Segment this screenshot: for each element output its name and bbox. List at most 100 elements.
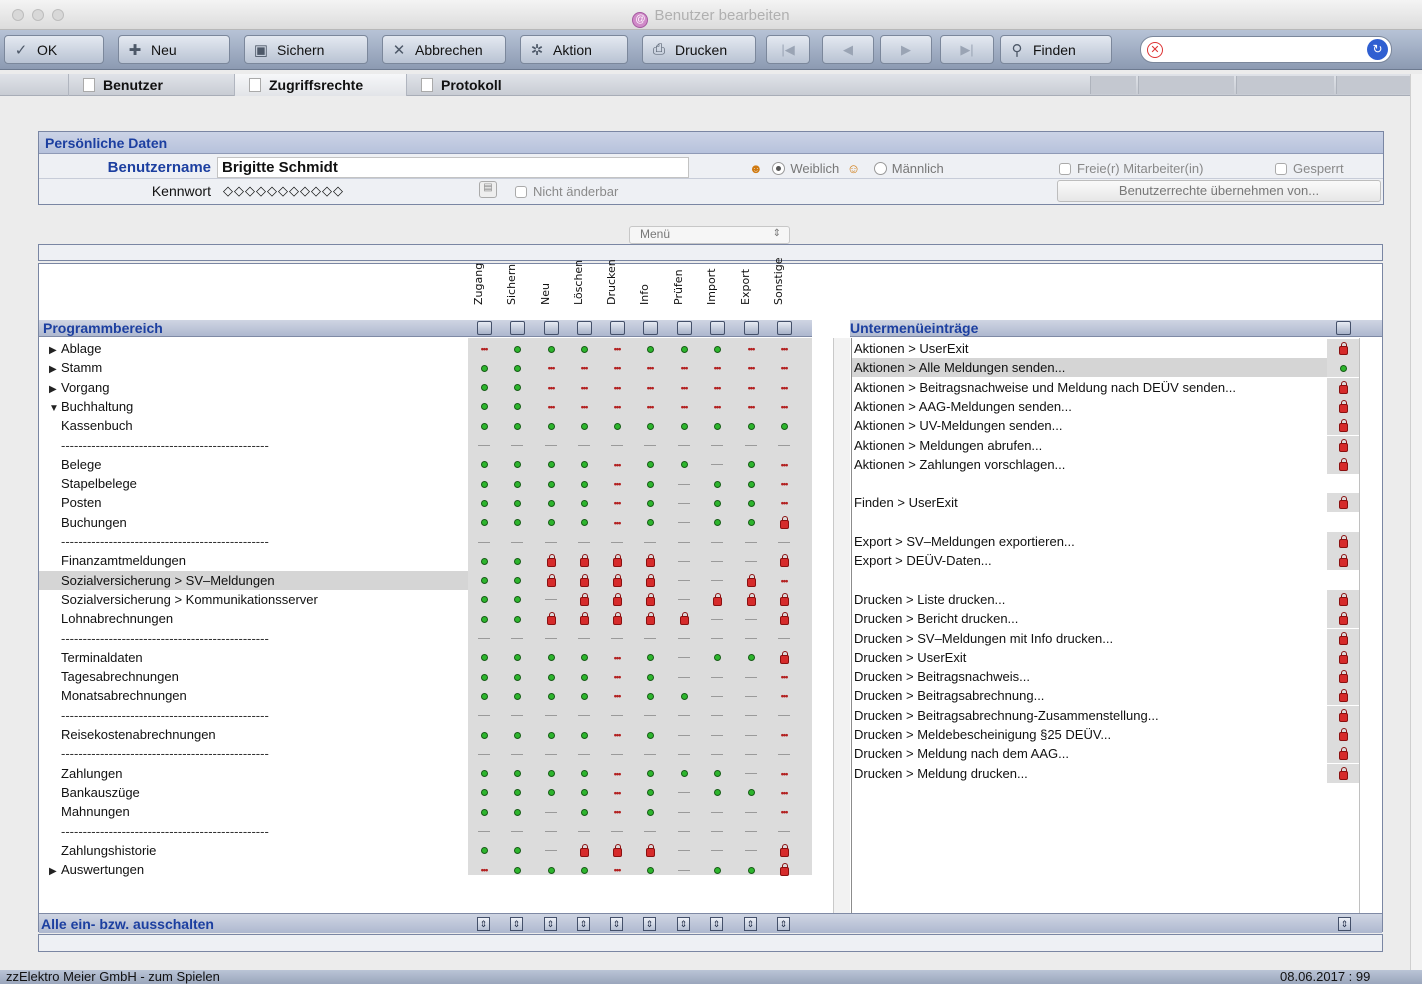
- granted-icon[interactable]: [710, 478, 724, 490]
- granted-icon[interactable]: [577, 864, 591, 876]
- program-area-row[interactable]: ▶ Vorgang: [39, 378, 468, 397]
- granted-icon[interactable]: [677, 768, 691, 780]
- granted-icon[interactable]: [544, 864, 558, 876]
- submenu-row[interactable]: Drucken > Liste drucken...: [852, 590, 1358, 609]
- granted-icon[interactable]: [643, 478, 657, 490]
- partial-icon[interactable]: •••: [544, 382, 558, 394]
- partial-icon[interactable]: •••: [610, 864, 624, 876]
- toggle-sonstige-button[interactable]: ⇕: [777, 917, 790, 931]
- submenu-row[interactable]: Aktionen > UV-Meldungen senden...: [852, 416, 1358, 435]
- password-lock-icon[interactable]: ▤: [479, 181, 497, 198]
- submenu-row[interactable]: Drucken > Meldung drucken...: [852, 764, 1358, 783]
- submenu-scrollbar[interactable]: [1359, 338, 1382, 913]
- program-area-row[interactable]: Buchungen: [39, 513, 468, 532]
- granted-icon[interactable]: [477, 575, 491, 587]
- submenu-row[interactable]: Drucken > Beitragsabrechnung-Zusammenste…: [852, 706, 1358, 725]
- granted-icon[interactable]: [643, 787, 657, 799]
- lock-icon[interactable]: [577, 843, 591, 857]
- granted-icon[interactable]: [510, 845, 524, 857]
- lock-icon[interactable]: [1336, 747, 1350, 761]
- partial-icon[interactable]: •••: [610, 768, 624, 780]
- granted-icon[interactable]: [510, 787, 524, 799]
- lock-icon[interactable]: [1336, 457, 1350, 471]
- granted-icon[interactable]: [510, 575, 524, 587]
- program-area-row[interactable]: ▶ Auswertungen: [39, 860, 468, 879]
- partial-icon[interactable]: •••: [777, 768, 791, 780]
- granted-icon[interactable]: [577, 517, 591, 529]
- granted-icon[interactable]: [477, 459, 491, 471]
- lock-icon[interactable]: [1336, 592, 1350, 606]
- tab-benutzer[interactable]: Benutzer: [68, 74, 234, 96]
- program-area-row[interactable]: Belege: [39, 455, 468, 474]
- submenu-row[interactable]: Export > SV–Meldungen exportieren...: [852, 532, 1358, 551]
- lock-icon[interactable]: [610, 554, 624, 568]
- partial-icon[interactable]: •••: [643, 401, 657, 413]
- granted-icon[interactable]: [477, 671, 491, 683]
- submenu-row[interactable]: Export > DEÜV-Daten...: [852, 551, 1358, 570]
- submenu-row[interactable]: Aktionen > Alle Meldungen senden...: [852, 358, 1358, 378]
- granted-icon[interactable]: [544, 690, 558, 702]
- lock-icon[interactable]: [1336, 612, 1350, 626]
- granted-icon[interactable]: [643, 690, 657, 702]
- toggle-pruefen-button[interactable]: ⇕: [677, 917, 690, 931]
- granted-icon[interactable]: [477, 382, 491, 394]
- partial-icon[interactable]: •••: [677, 382, 691, 394]
- partial-icon[interactable]: •••: [710, 382, 724, 394]
- granted-icon[interactable]: [510, 555, 524, 567]
- partial-icon[interactable]: •••: [777, 401, 791, 413]
- granted-icon[interactable]: [710, 768, 724, 780]
- partial-icon[interactable]: •••: [777, 362, 791, 374]
- granted-icon[interactable]: [477, 555, 491, 567]
- lock-icon[interactable]: [677, 612, 691, 626]
- partial-icon[interactable]: •••: [677, 362, 691, 374]
- lock-icon[interactable]: [710, 592, 724, 606]
- granted-icon[interactable]: [577, 497, 591, 509]
- drucken-column-icon[interactable]: [610, 321, 625, 335]
- search-go-icon[interactable]: ↻: [1367, 39, 1388, 60]
- lock-icon[interactable]: [1336, 438, 1350, 452]
- granted-icon[interactable]: [477, 478, 491, 490]
- granted-icon[interactable]: [710, 652, 724, 664]
- granted-icon[interactable]: [710, 864, 724, 876]
- lock-icon[interactable]: [1336, 342, 1350, 355]
- program-area-row[interactable]: Posten: [39, 493, 468, 512]
- locked-checkbox[interactable]: [1275, 163, 1287, 175]
- toggle-loeschen-button[interactable]: ⇕: [577, 917, 590, 931]
- granted-icon[interactable]: [643, 864, 657, 876]
- lock-icon[interactable]: [744, 592, 758, 606]
- lock-icon[interactable]: [577, 612, 591, 626]
- left-scrollbar[interactable]: [833, 338, 850, 913]
- lock-icon[interactable]: [777, 592, 791, 606]
- lock-icon[interactable]: [1336, 631, 1350, 645]
- disclosure-closed-icon[interactable]: ▶: [49, 862, 61, 881]
- program-area-row[interactable]: ----------------------------------------…: [39, 744, 468, 763]
- granted-icon[interactable]: [577, 478, 591, 490]
- program-area-row[interactable]: Sozialversicherung > Kommunikationsserve…: [39, 590, 468, 609]
- granted-icon[interactable]: [544, 652, 558, 664]
- ok-button[interactable]: ✓ OK: [4, 35, 104, 64]
- new-button[interactable]: ✚ Neu: [118, 35, 230, 64]
- lock-icon[interactable]: [1336, 496, 1350, 510]
- granted-icon[interactable]: [510, 690, 524, 702]
- partial-icon[interactable]: •••: [710, 362, 724, 374]
- lock-icon[interactable]: [577, 554, 591, 568]
- granted-icon[interactable]: [577, 690, 591, 702]
- import-column-icon[interactable]: [710, 321, 725, 335]
- lock-icon[interactable]: [643, 592, 657, 606]
- granted-icon[interactable]: [643, 343, 657, 355]
- not-changeable-checkbox[interactable]: [515, 186, 527, 198]
- lock-icon[interactable]: [1336, 399, 1350, 413]
- program-area-row[interactable]: Monatsabrechnungen: [39, 686, 468, 705]
- granted-icon[interactable]: [477, 517, 491, 529]
- granted-icon[interactable]: [510, 671, 524, 683]
- granted-icon[interactable]: [510, 613, 524, 625]
- lock-icon[interactable]: [1336, 728, 1350, 741]
- next-record-button[interactable]: ▶: [880, 35, 932, 64]
- submenu-row[interactable]: Aktionen > Beitragsnachweise und Meldung…: [852, 378, 1358, 397]
- eye-icon[interactable]: [1336, 321, 1351, 335]
- program-area-row[interactable]: ----------------------------------------…: [39, 436, 468, 455]
- granted-icon[interactable]: [710, 517, 724, 529]
- print-button[interactable]: ⎙ Drucken: [642, 35, 756, 64]
- granted-icon[interactable]: [477, 729, 491, 741]
- granted-icon[interactable]: [544, 729, 558, 741]
